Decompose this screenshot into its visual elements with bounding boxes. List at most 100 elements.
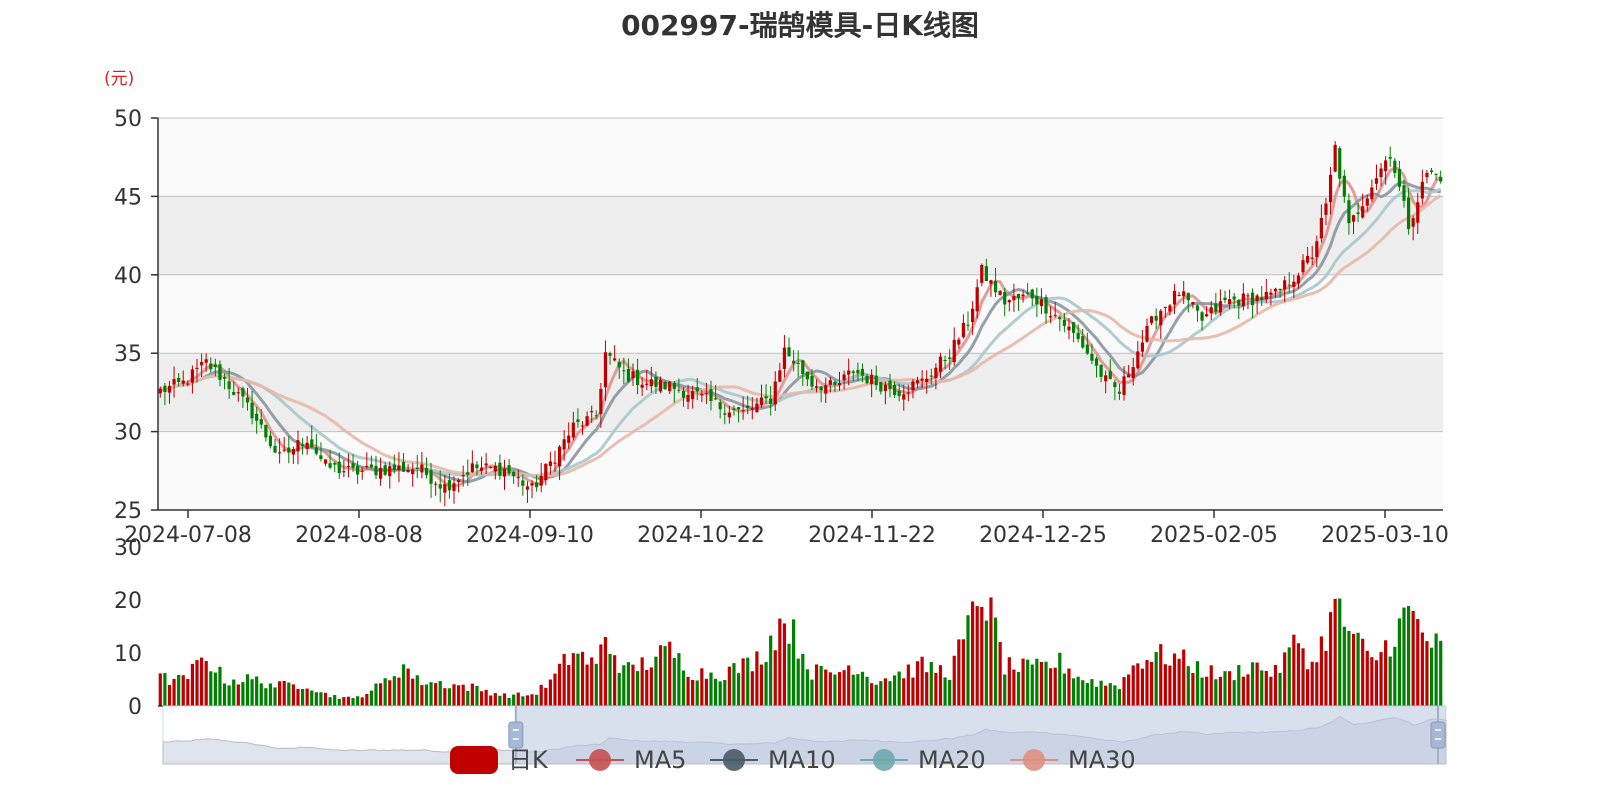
candle-body bbox=[1090, 353, 1094, 361]
price-band bbox=[158, 196, 1443, 275]
price-y-tick-label: 30 bbox=[114, 421, 142, 446]
volume-bar bbox=[250, 679, 254, 706]
candle-body bbox=[1067, 326, 1071, 331]
candle-body bbox=[608, 353, 612, 356]
volume-bar bbox=[195, 660, 199, 706]
volume-bar bbox=[424, 684, 429, 706]
candle-body bbox=[801, 360, 805, 375]
volume-bar bbox=[865, 676, 869, 706]
candle-body bbox=[1365, 198, 1369, 206]
volume-bar bbox=[718, 681, 722, 706]
candle-body bbox=[383, 465, 387, 475]
candle-body bbox=[658, 379, 663, 392]
candle-body bbox=[245, 397, 250, 403]
volume-bar bbox=[1140, 668, 1145, 706]
price-unit-label: (元) bbox=[104, 69, 134, 89]
candle-body bbox=[1416, 202, 1420, 223]
volume-bar bbox=[438, 681, 442, 706]
volume-bar bbox=[1104, 685, 1108, 706]
volume-bar bbox=[1269, 676, 1273, 706]
volume-bar bbox=[764, 661, 768, 706]
volume-bar bbox=[1241, 676, 1245, 706]
volume-bar bbox=[1131, 665, 1135, 706]
candle-body bbox=[1306, 255, 1310, 263]
volume-bar bbox=[255, 676, 259, 706]
candle-body bbox=[177, 377, 181, 383]
volume-bar bbox=[677, 653, 681, 706]
volume-bar bbox=[1053, 667, 1057, 706]
candle-body bbox=[1232, 296, 1236, 300]
volume-bar bbox=[1365, 650, 1369, 706]
volume-bar bbox=[557, 663, 562, 706]
candle-body bbox=[456, 480, 461, 483]
price-band bbox=[158, 274, 1443, 354]
drag-handle-icon[interactable] bbox=[508, 721, 524, 749]
candle-body bbox=[1140, 342, 1145, 352]
candle-body bbox=[544, 463, 548, 480]
candle-body bbox=[342, 471, 346, 473]
candle-body bbox=[1384, 160, 1388, 172]
volume-bar bbox=[163, 673, 167, 706]
candle-body bbox=[617, 361, 621, 368]
candle-body bbox=[635, 369, 640, 386]
volume-bar bbox=[369, 690, 374, 706]
volume-bar bbox=[374, 683, 378, 706]
candle-body bbox=[1292, 281, 1296, 287]
candle-body bbox=[333, 463, 337, 465]
candle-body bbox=[952, 339, 956, 363]
candle-body bbox=[792, 360, 796, 364]
candle-body bbox=[1012, 296, 1016, 301]
legend-label-日k[interactable]: 日K bbox=[508, 746, 549, 774]
volume-bar bbox=[663, 646, 667, 706]
volume-bar bbox=[1264, 671, 1268, 706]
price-x-tick-label: 2024-08-08 bbox=[295, 523, 423, 548]
volume-bar bbox=[447, 688, 452, 706]
candle-body bbox=[1145, 325, 1149, 342]
legend-label-ma5[interactable]: MA5 bbox=[634, 746, 686, 774]
volume-bar bbox=[847, 665, 851, 706]
candle-body bbox=[723, 413, 727, 415]
price-x-tick-label: 2024-12-25 bbox=[979, 523, 1107, 548]
volume-bar bbox=[1214, 679, 1218, 706]
volume-bar bbox=[1328, 612, 1333, 706]
candle-body bbox=[796, 362, 800, 364]
volume-bar bbox=[1172, 653, 1177, 706]
legend-label-ma20[interactable]: MA20 bbox=[918, 746, 986, 774]
candle-body bbox=[557, 446, 562, 467]
volume-bar bbox=[1351, 633, 1356, 706]
drag-handle-icon[interactable] bbox=[1430, 721, 1446, 749]
volume-bar bbox=[585, 664, 589, 706]
legend-dot-icon bbox=[1023, 749, 1045, 771]
volume-bar bbox=[484, 689, 488, 706]
candle-body bbox=[489, 466, 493, 468]
volume-bar bbox=[1182, 649, 1186, 706]
volume-bar bbox=[787, 643, 791, 706]
candle-body bbox=[1191, 302, 1195, 305]
candle-body bbox=[1324, 203, 1328, 215]
legend-label-ma10[interactable]: MA10 bbox=[768, 746, 836, 774]
volume-bar bbox=[957, 639, 961, 706]
candle-body bbox=[1122, 376, 1126, 395]
candle-body bbox=[268, 435, 273, 447]
candle-body bbox=[782, 347, 787, 369]
volume-bar bbox=[975, 606, 979, 706]
candle-body bbox=[1356, 212, 1360, 215]
volume-bar bbox=[860, 671, 865, 706]
volume-bar bbox=[796, 658, 800, 706]
volume-bar bbox=[236, 684, 240, 706]
legend-label-ma30[interactable]: MA30 bbox=[1068, 746, 1136, 774]
volume-bar bbox=[897, 671, 901, 706]
legend-dot-icon bbox=[873, 749, 895, 771]
candle-body bbox=[1411, 218, 1415, 227]
candle-body bbox=[1402, 185, 1406, 201]
volume-bar bbox=[516, 692, 520, 706]
volume-bar bbox=[1177, 658, 1181, 706]
candle-body bbox=[681, 390, 686, 398]
volume-bar bbox=[851, 674, 855, 706]
candle-body bbox=[1159, 310, 1163, 326]
volume-bar bbox=[736, 673, 741, 706]
candle-body bbox=[424, 467, 429, 475]
candle-body bbox=[943, 359, 947, 361]
candle-body bbox=[1007, 300, 1011, 303]
volume-bar bbox=[608, 653, 612, 706]
